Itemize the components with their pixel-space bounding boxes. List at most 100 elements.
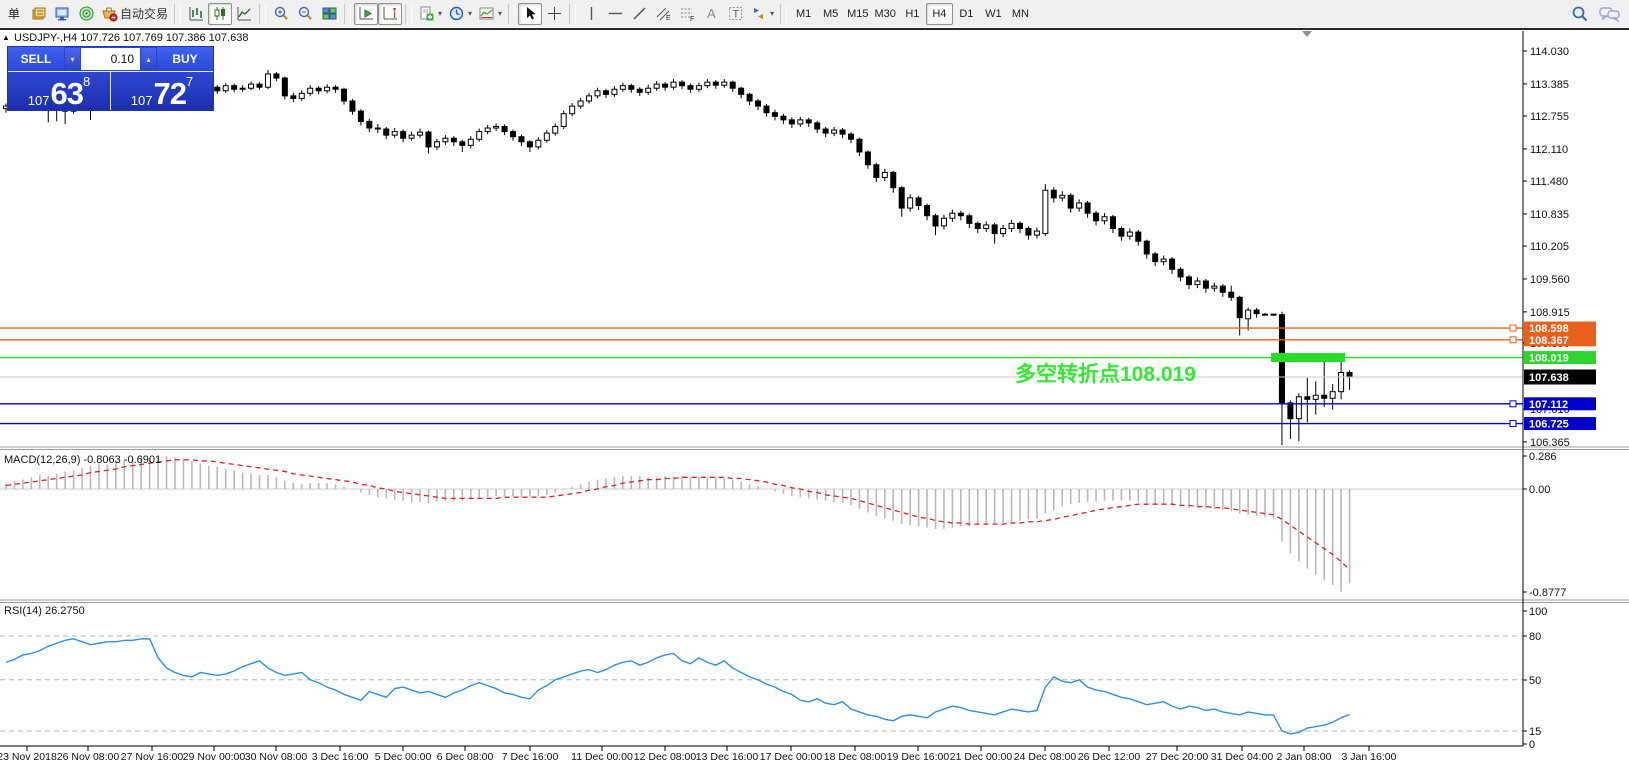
periods-button[interactable]: ▾ xyxy=(445,3,475,25)
arrows-dropdown-arrow[interactable]: ▾ xyxy=(770,9,774,18)
price-tag-label: 106.725 xyxy=(1529,419,1569,431)
x-tick-label: 26 Dec 12:00 xyxy=(1078,751,1141,763)
tile-windows-icon xyxy=(322,7,337,20)
bar-chart-button[interactable] xyxy=(184,3,208,25)
horizontal-line-tool-button[interactable] xyxy=(603,3,627,25)
candle-body xyxy=(1017,222,1023,229)
candle-body xyxy=(814,122,821,130)
autotrading-button[interactable]: 自动交易 xyxy=(98,3,171,25)
level-line-anchor[interactable] xyxy=(1509,420,1517,428)
candle-body xyxy=(771,112,778,117)
x-tick-label: 5 Dec 00:00 xyxy=(375,751,432,763)
separator xyxy=(344,3,352,24)
equidistant-channel-tool-button[interactable]: E xyxy=(651,3,675,25)
zoom-in-icon xyxy=(274,6,288,20)
indicators-button[interactable]: ▾ xyxy=(415,3,445,25)
x-tick-label: 29 Nov 00:00 xyxy=(183,751,246,763)
rsi-line xyxy=(5,638,1350,735)
candlestick-chart-button[interactable] xyxy=(208,2,233,25)
new-order-button[interactable]: 单 xyxy=(2,3,26,25)
tab-timeframe-mn[interactable]: MN xyxy=(1007,3,1034,25)
level-line-anchor[interactable] xyxy=(1509,324,1517,332)
candle-body xyxy=(307,87,314,94)
fibonacci-tool-button[interactable]: F xyxy=(675,3,699,25)
chat-icon[interactable] xyxy=(1599,5,1621,23)
candle-body xyxy=(1219,285,1226,293)
volume-input[interactable]: 0.10 xyxy=(81,48,140,70)
candle-body xyxy=(864,151,871,166)
candle-body xyxy=(273,73,280,79)
candle-body xyxy=(881,171,888,178)
green-zone-bar[interactable] xyxy=(1271,353,1345,363)
terminal-button[interactable] xyxy=(50,3,74,25)
separator xyxy=(405,3,413,24)
candle-body xyxy=(873,164,880,178)
crosshair-tool-button[interactable] xyxy=(542,3,566,25)
auto-scroll-button[interactable] xyxy=(354,2,379,25)
tab-timeframe-m15[interactable]: M15 xyxy=(844,3,871,25)
candle-body xyxy=(1143,240,1150,255)
level-line-anchor[interactable] xyxy=(1509,336,1517,344)
candle-body xyxy=(1236,296,1243,319)
zoom-in-button[interactable] xyxy=(269,3,293,25)
trendline-tool-button[interactable] xyxy=(627,3,651,25)
buy-price[interactable]: 107 72 7 xyxy=(111,72,213,110)
candle-body xyxy=(983,224,990,229)
candle-body xyxy=(966,215,973,224)
sell-button[interactable]: SELL xyxy=(8,47,64,71)
arrows-tool-button[interactable]: ▾ xyxy=(747,3,777,25)
candle-body xyxy=(510,131,516,138)
cursor-icon xyxy=(526,7,536,20)
chart-shift-marker-icon[interactable] xyxy=(1302,31,1312,37)
candle-body xyxy=(594,90,601,97)
level-line-anchor[interactable] xyxy=(1509,400,1517,408)
svg-text:E: E xyxy=(666,15,671,22)
candle-body xyxy=(602,90,609,95)
volume-up-icon[interactable]: ▴ xyxy=(141,48,156,70)
new-order-label: 单 xyxy=(7,7,20,21)
templates-dropdown-arrow[interactable]: ▾ xyxy=(498,9,502,18)
market-watch-button[interactable] xyxy=(26,3,50,25)
x-tick-label: 12 Dec 08:00 xyxy=(634,751,697,763)
sell-price[interactable]: 107 63 8 xyxy=(8,72,111,110)
candle-body xyxy=(1160,258,1167,263)
candle-body xyxy=(1169,258,1176,270)
tab-timeframe-d1[interactable]: D1 xyxy=(953,3,980,25)
candle-body xyxy=(1329,391,1336,399)
terminal-icon xyxy=(55,7,68,21)
periods-dropdown-arrow[interactable]: ▾ xyxy=(468,9,472,18)
tab-timeframe-h1[interactable]: H1 xyxy=(899,3,926,25)
signals-button[interactable] xyxy=(74,3,98,25)
zoom-out-button[interactable] xyxy=(293,3,317,25)
y-tick-label: 111.480 xyxy=(1530,176,1568,188)
toolbar: 单 自动交易 ▾ ▾ ▾ E F A T ▾ M1 M5 M15 M30 H1 … xyxy=(0,0,1629,27)
templates-button[interactable]: ▾ xyxy=(475,3,505,25)
indicators-dropdown-arrow[interactable]: ▾ xyxy=(438,9,442,18)
candle-body xyxy=(281,77,288,97)
tab-timeframe-m30[interactable]: M30 xyxy=(871,3,898,25)
tab-timeframe-m5[interactable]: M5 xyxy=(817,3,844,25)
candle-body xyxy=(298,92,305,99)
tab-timeframe-m1[interactable]: M1 xyxy=(790,3,817,25)
x-tick-label: 2 Jan 08:00 xyxy=(1277,751,1332,763)
line-chart-button[interactable] xyxy=(232,3,256,25)
chart-shift-button[interactable] xyxy=(378,2,403,25)
vertical-line-tool-button[interactable] xyxy=(579,3,603,25)
buy-button[interactable]: BUY xyxy=(157,47,213,71)
trade-panel-collapse-icon[interactable]: ▲ xyxy=(2,33,10,42)
cursor-tool-button[interactable] xyxy=(518,2,543,25)
y-tick-label: 110.835 xyxy=(1530,209,1569,221)
candle-body xyxy=(1059,194,1066,199)
tab-timeframe-h4[interactable]: H4 xyxy=(925,2,953,25)
fibonacci-icon: F xyxy=(680,8,694,22)
tab-timeframe-w1[interactable]: W1 xyxy=(980,3,1007,25)
candle-body xyxy=(459,141,466,146)
tile-windows-button[interactable] xyxy=(317,3,341,25)
search-icon[interactable] xyxy=(1571,5,1589,23)
text-label-tool-button[interactable]: T xyxy=(723,3,747,25)
candle-body xyxy=(374,127,381,130)
volume-down-icon[interactable]: ▾ xyxy=(65,48,80,70)
text-tool-button[interactable]: A xyxy=(699,3,723,25)
annotation-text[interactable]: 多空转折点108.019 xyxy=(1015,362,1196,386)
price-tag-label: 107.638 xyxy=(1529,372,1569,384)
